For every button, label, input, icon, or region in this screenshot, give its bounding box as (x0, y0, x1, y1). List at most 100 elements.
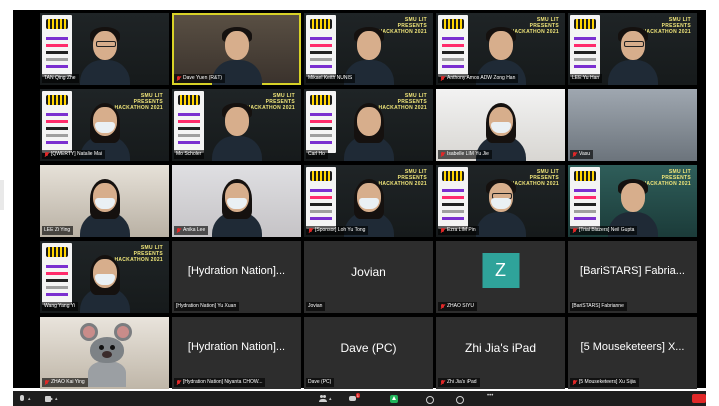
participant-name-tag: [Hydration Nation] Yu Xuan (174, 302, 240, 311)
participant-video (340, 103, 398, 161)
more-icon (487, 393, 495, 403)
participant-name-tag: Carl Ho (306, 150, 328, 159)
participant-tile[interactable]: SMU LIT PRESENTS HACKATHON 2021 Ezra LIM Pi… (436, 165, 565, 237)
participant-name: [Hydration Nation] Niyanta CHOW... (183, 379, 263, 385)
participant-display-name: [BariSTARS] Fabria... (580, 265, 685, 277)
participant-tile[interactable]: Jovian Jovian (304, 241, 433, 313)
participant-name: TAN Qing Zhe (44, 75, 76, 81)
participant-tile[interactable]: [Hydration Nation]... [Hydration Nation] … (172, 317, 301, 389)
participant-name: LEE Yu Han (572, 75, 600, 81)
participant-name: ZHAO Kai Ying (51, 379, 85, 385)
meeting-toolbar: 1 (13, 391, 706, 406)
participant-tile[interactable]: SMU LIT PRESENTS HACKATHON 2021 LEE Yu Han (568, 13, 697, 85)
mic-muted-icon (176, 227, 181, 234)
end-meeting-button[interactable] (692, 394, 706, 403)
participant-display-name: [Hydration Nation]... (187, 265, 286, 277)
camera-icon (45, 395, 53, 403)
participant-name-tag: [BariSTARS] Fabrianne (570, 302, 627, 311)
participant-name: [BariSTARS] Fabrianne (572, 303, 624, 309)
participant-tile[interactable]: Anika Lee (172, 165, 301, 237)
mic-muted-icon (440, 303, 445, 310)
participant-tile[interactable]: [5 Mouseketeers] X... [5 Mouseketeers] Xu… (568, 317, 697, 389)
participant-display-name: [5 Mouseketeers] X... (580, 341, 685, 353)
participant-name: Isabelle LIM Yu Jie (447, 151, 489, 157)
resize-handle[interactable] (0, 180, 4, 210)
participant-name: [Hydration Nation] Yu Xuan (176, 303, 237, 309)
participant-name: Jovian (308, 303, 323, 309)
participant-tile[interactable]: SMU LIT PRESENTS HACKATHON 2021 [QWERTY] Na… (40, 89, 169, 161)
zoom-window: TAN Qing Zhe Dave Yuen (R&T) SMU LIT PRESEN… (0, 0, 719, 406)
participants-button[interactable] (319, 394, 332, 403)
participant-name-tag: ZHAO SIYU (438, 302, 477, 311)
participant-tile[interactable]: SMU LIT PRESENTS HACKATHON 2021 Mikael Keit… (304, 13, 433, 85)
participant-name: Carl Ho (308, 151, 325, 157)
participant-name-tag: Jovian (306, 302, 326, 311)
chevron-up-icon[interactable] (329, 396, 332, 402)
participant-name: Ezra LIM Pin (447, 227, 476, 233)
participant-tile[interactable]: SMU LIT PRESENTS HACKATHON 2021 Anthony Amo… (436, 13, 565, 85)
participant-video (208, 179, 266, 237)
participant-name-tag: Mo Scholer (174, 150, 205, 159)
mic-muted-icon (176, 379, 181, 386)
share-screen-button[interactable] (390, 394, 398, 403)
participant-tile[interactable]: SMU LIT PRESENTS HACKATHON 2021 [Sponsor] L… (304, 165, 433, 237)
virtual-background-poster (570, 167, 600, 229)
participant-name-tag: Isabelle LIM Yu Jie (438, 150, 492, 159)
reactions-button[interactable] (455, 394, 464, 404)
virtual-background-poster (42, 243, 72, 305)
participant-tile[interactable]: SMU LIT PRESENTS HACKATHON 2021 Wang Yang Y… (40, 241, 169, 313)
participant-name: [Trial Blazers] Neil Gupta (579, 227, 635, 233)
participant-tile[interactable]: SMU LIT PRESENTS HACKATHON 2021 [Trial Blaz… (568, 165, 697, 237)
participant-tile[interactable]: [BariSTARS] Fabria... [BariSTARS] Fabrian… (568, 241, 697, 313)
participant-display-name: Jovian (351, 265, 386, 279)
chevron-up-icon[interactable] (28, 396, 31, 402)
video-button[interactable] (45, 394, 58, 403)
participant-video (76, 27, 134, 85)
participant-video (76, 255, 134, 313)
mic-muted-icon (44, 379, 49, 386)
virtual-background-poster (42, 15, 72, 77)
participant-tile[interactable]: Isabelle LIM Yu Jie (436, 89, 565, 161)
participant-name: Dave (PC) (308, 379, 332, 385)
participant-tile[interactable]: LEE Zi Ying (40, 165, 169, 237)
mute-button[interactable] (18, 394, 31, 403)
participant-tile[interactable]: Zhi Jia's iPad Zhi Jia's iPad (436, 317, 565, 389)
mic-muted-icon (176, 75, 181, 82)
participant-name-tag: LEE Zi Ying (42, 226, 74, 235)
participant-tile[interactable]: SMU LIT PRESENTS HACKATHON 2021 Carl Ho (304, 89, 433, 161)
chat-icon: 1 (349, 392, 360, 403)
chat-button[interactable]: 1 (349, 392, 360, 403)
virtual-background-poster (306, 167, 336, 229)
participant-name-tag: Wang Yang Yi (42, 302, 79, 311)
participant-tile[interactable]: Vasu (568, 89, 697, 161)
participant-name-tag: Anthony Amos ADW Zong Han (438, 74, 519, 83)
mic-muted-icon (572, 227, 577, 234)
participant-tile[interactable]: SMU LIT PRESENTS HACKATHON 2021 Mo Scholer (172, 89, 301, 161)
participant-tile[interactable]: TAN Qing Zhe (40, 13, 169, 85)
participant-name-tag: TAN Qing Zhe (42, 74, 79, 83)
virtual-background-poster (174, 91, 204, 153)
virtual-background-poster (306, 91, 336, 153)
virtual-background-poster (438, 167, 468, 229)
record-icon (425, 395, 434, 404)
participant-tile[interactable]: [Hydration Nation]... [Hydration Nation] … (172, 241, 301, 313)
chevron-up-icon[interactable] (55, 396, 58, 402)
participant-tile[interactable]: ZHAO Kai Ying (40, 317, 169, 389)
participant-name: LEE Zi Ying (44, 227, 71, 233)
reactions-icon (455, 395, 464, 404)
record-button[interactable] (425, 394, 434, 404)
share-screen-icon (390, 394, 398, 403)
participant-name-tag: [Hydration Nation] Niyanta CHOW... (174, 378, 266, 387)
participant-name-tag: Anika Lee (174, 226, 209, 235)
more-button[interactable] (487, 393, 495, 403)
mic-muted-icon (308, 227, 313, 234)
participant-video (472, 179, 530, 237)
participant-name-tag: Ezra LIM Pin (438, 226, 479, 235)
participant-tile[interactable]: Dave (PC) Dave (PC) (304, 317, 433, 389)
virtual-background-poster (306, 15, 336, 77)
participant-display-name: Dave (PC) (340, 341, 397, 355)
participant-name: Vasu (579, 151, 591, 157)
participant-tile[interactable]: Z ZHAO SIYU (436, 241, 565, 313)
participant-name: Anthony Amos ADW Zong Han (447, 75, 516, 81)
participant-tile[interactable]: Dave Yuen (R&T) (172, 13, 301, 85)
